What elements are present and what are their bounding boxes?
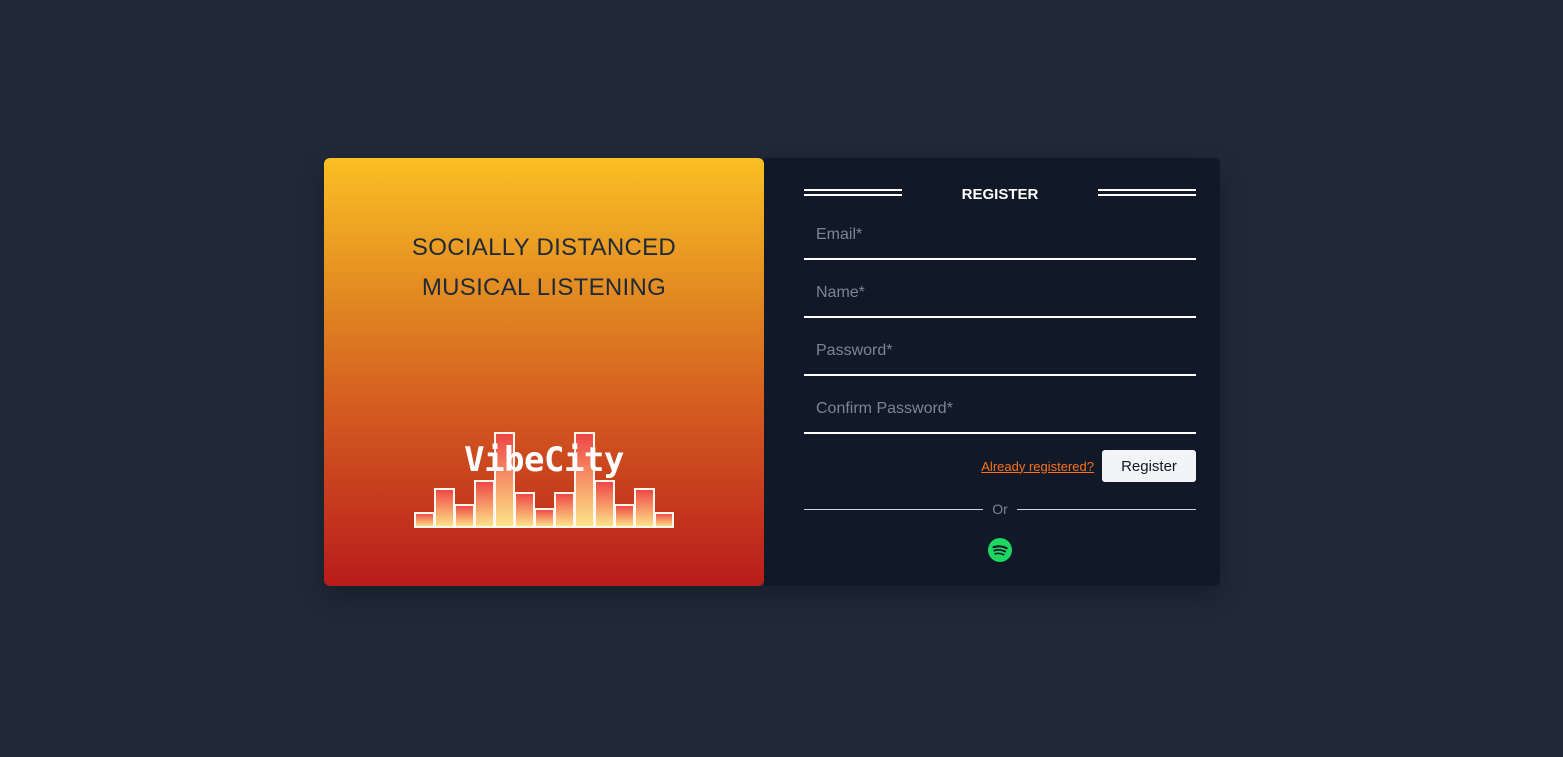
- name-field-wrapper: [804, 274, 1196, 318]
- confirm-password-field[interactable]: [804, 390, 1196, 432]
- email-field[interactable]: [804, 216, 1196, 258]
- hero-panel: SOCIALLY DISTANCED MUSICAL LISTENING Vib…: [324, 158, 764, 586]
- tagline-line-1: SOCIALLY DISTANCED: [411, 234, 677, 261]
- spotify-icon[interactable]: [988, 538, 1012, 562]
- register-form-panel: REGISTER Already registered? Register Or: [764, 158, 1220, 586]
- confirm-password-field-wrapper: [804, 390, 1196, 434]
- or-divider: Or: [804, 500, 1196, 520]
- logo-text: VibeCity: [464, 440, 624, 480]
- form-actions: Already registered? Register: [981, 450, 1196, 482]
- tagline: SOCIALLY DISTANCED MUSICAL LISTENING: [324, 228, 764, 308]
- already-registered-link[interactable]: Already registered?: [981, 459, 1094, 474]
- header-right-double-line: [1098, 189, 1196, 196]
- password-field-wrapper: [804, 332, 1196, 376]
- tagline-line-2: MUSICAL LISTENING: [421, 274, 667, 301]
- form-header: REGISTER: [804, 184, 1196, 204]
- vibecity-logo: VibeCity: [414, 432, 674, 528]
- register-card: SOCIALLY DISTANCED MUSICAL LISTENING Vib…: [324, 158, 1220, 586]
- password-field[interactable]: [804, 332, 1196, 374]
- email-field-wrapper: [804, 216, 1196, 260]
- divider-line-right: [1017, 509, 1196, 510]
- register-button[interactable]: Register: [1102, 450, 1196, 482]
- name-field[interactable]: [804, 274, 1196, 316]
